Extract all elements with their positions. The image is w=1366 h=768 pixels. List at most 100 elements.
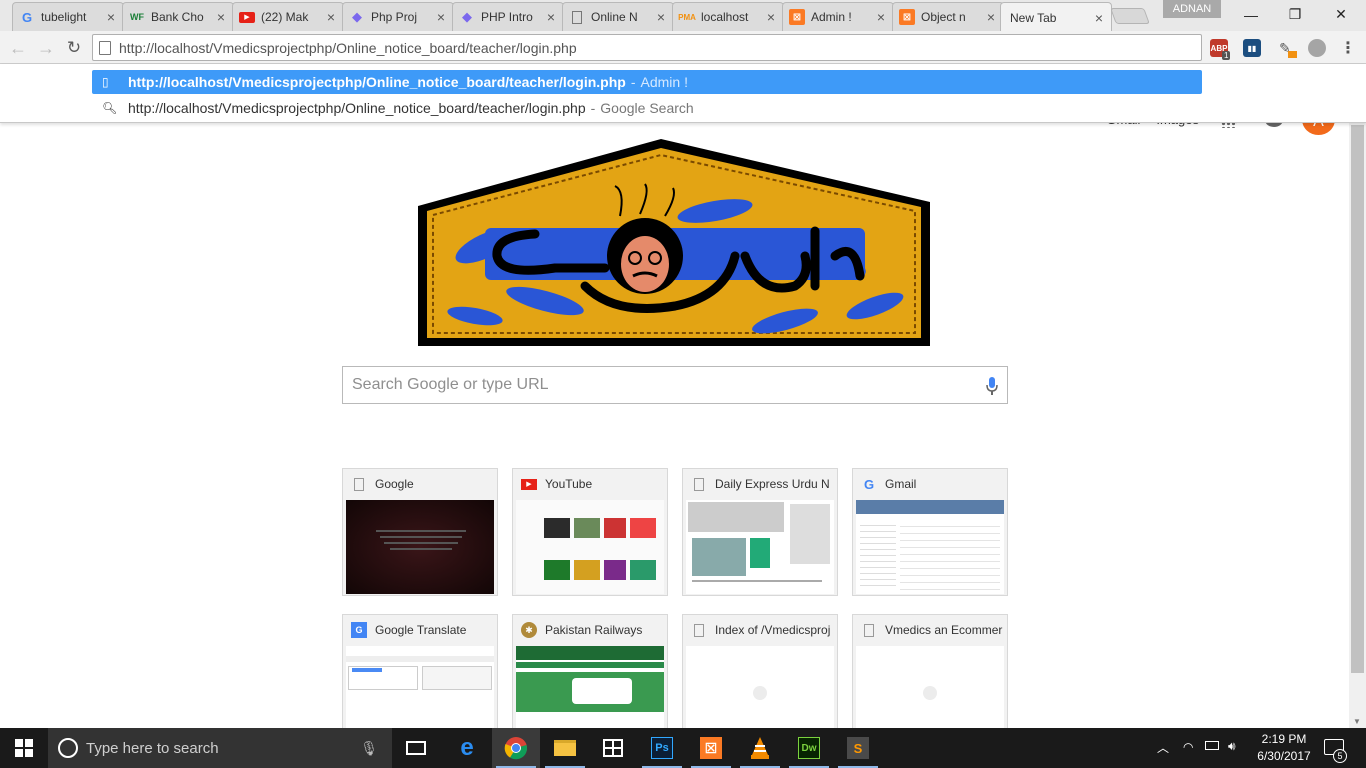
tab-localhost[interactable]: PMA localhost ×: [672, 2, 784, 31]
search-icon: 🔍︎: [102, 101, 118, 115]
tab-youtube[interactable]: ▶ (22) Mak ×: [232, 2, 344, 31]
tab-php-intro[interactable]: ◆ PHP Intro ×: [452, 2, 564, 31]
cortana-icon: [58, 738, 78, 758]
tab-admin[interactable]: ⊠ Admin ! ×: [782, 2, 894, 31]
tab-new-tab[interactable]: New Tab ×: [1000, 2, 1112, 32]
close-icon[interactable]: ×: [325, 9, 337, 25]
taskbar-file-explorer[interactable]: [541, 728, 589, 768]
taskbar-clock[interactable]: 2:19 PM 6/30/2017: [1248, 731, 1320, 765]
xampp-icon: ⊠: [700, 737, 722, 759]
scroll-down-arrow-icon[interactable]: ▼: [1353, 717, 1361, 726]
analytics-icon[interactable]: ▮▮: [1243, 39, 1261, 57]
volume-icon[interactable]: 🔊︎: [1228, 739, 1236, 754]
tile-title: Vmedics an Ecommer: [885, 623, 1003, 637]
forward-button[interactable]: →: [35, 37, 57, 59]
google-g-icon: G: [21, 9, 33, 25]
close-icon[interactable]: ×: [1093, 10, 1105, 26]
taskbar-store[interactable]: [589, 728, 637, 768]
diamond-icon: ◆: [462, 9, 472, 24]
railways-icon: ✱: [521, 622, 537, 638]
google-doodle[interactable]: [415, 136, 933, 348]
tile-vmedics[interactable]: Vmedics an Ecommer: [852, 614, 1008, 742]
toolbar: ← → ↻ http://localhost/Vmedicsprojectphp…: [0, 31, 1366, 64]
close-icon[interactable]: ×: [875, 9, 887, 25]
close-icon[interactable]: ×: [765, 9, 777, 25]
omnibox-suggestions: ▯ http://localhost/Vmedicsprojectphp/Onl…: [0, 64, 1366, 123]
tile-title: Pakistan Railways: [545, 623, 643, 637]
scrollbar-thumb[interactable]: [1351, 125, 1364, 673]
taskbar-photoshop[interactable]: Ps: [638, 728, 686, 768]
new-tab-button[interactable]: [1110, 8, 1150, 24]
taskbar-edge[interactable]: e: [443, 728, 491, 768]
suggestion-history[interactable]: ▯ http://localhost/Vmedicsprojectphp/Onl…: [92, 70, 1202, 94]
taskbar-search-placeholder: Type here to search: [86, 739, 219, 757]
close-icon[interactable]: ×: [435, 9, 447, 25]
address-bar[interactable]: http://localhost/Vmedicsprojectphp/Onlin…: [92, 34, 1202, 61]
suggestion-desc: Admin !: [640, 74, 688, 90]
minimize-button[interactable]: —: [1228, 0, 1274, 29]
close-icon[interactable]: ×: [545, 9, 557, 25]
taskbar-chrome[interactable]: [492, 728, 540, 768]
restore-button[interactable]: ❐: [1272, 0, 1318, 29]
tab-strip: G tubelight × WF Bank Cho × ▶ (22) Mak ×…: [0, 0, 1366, 32]
tile-google-translate[interactable]: G Google Translate: [342, 614, 498, 742]
close-icon[interactable]: ×: [105, 9, 117, 25]
microphone-icon[interactable]: 🎙︎: [360, 740, 378, 757]
tab-online-notice[interactable]: Online N ×: [562, 2, 674, 31]
tab-title: Php Proj: [371, 10, 418, 24]
page-icon: [691, 476, 707, 492]
tab-object[interactable]: ⊠ Object n ×: [892, 2, 1004, 31]
tab-php-project[interactable]: ◆ Php Proj ×: [342, 2, 454, 31]
tile-pakistan-railways[interactable]: ✱ Pakistan Railways: [512, 614, 668, 742]
taskbar-xampp[interactable]: ⊠: [687, 728, 735, 768]
tab-title: Bank Cho: [151, 10, 204, 24]
battery-icon[interactable]: [1205, 741, 1219, 750]
microphone-icon[interactable]: [985, 376, 999, 396]
suggestion-url: http://localhost/Vmedicsprojectphp/Onlin…: [128, 100, 586, 116]
tab-title: (22) Mak: [261, 10, 309, 24]
tab-title: PHP Intro: [481, 10, 533, 24]
tile-daily-express[interactable]: Daily Express Urdu N: [682, 468, 838, 596]
close-icon[interactable]: ×: [655, 9, 667, 25]
sublime-text-icon: S: [847, 737, 869, 759]
close-window-button[interactable]: ✕: [1318, 0, 1364, 29]
start-button[interactable]: [0, 728, 48, 768]
xampp-icon: ⊠: [899, 9, 915, 25]
taskbar-vlc[interactable]: [736, 728, 784, 768]
tile-index-of[interactable]: Index of /Vmedicsproj: [682, 614, 838, 742]
xampp-icon: ⊠: [789, 9, 805, 25]
task-view-button[interactable]: [392, 728, 440, 768]
tile-thumbnail: [856, 500, 1004, 594]
tile-gmail[interactable]: G Gmail: [852, 468, 1008, 596]
tab-title: Online N: [591, 10, 638, 24]
dreamweaver-icon: Dw: [798, 737, 820, 759]
taskbar-search-input[interactable]: Type here to search 🎙︎: [48, 728, 392, 768]
tab-title: tubelight: [41, 10, 87, 24]
search-input[interactable]: Search Google or type URL: [342, 366, 1008, 404]
profile-chip[interactable]: ADNAN: [1163, 0, 1221, 18]
task-view-icon: [406, 741, 426, 755]
scrollbar[interactable]: ▼: [1349, 123, 1366, 728]
taskbar-sublime[interactable]: S: [834, 728, 882, 768]
suggestion-search[interactable]: 🔍︎ http://localhost/Vmedicsprojectphp/On…: [92, 96, 1202, 120]
page-icon: [569, 9, 585, 25]
taskbar-dreamweaver[interactable]: Dw: [785, 728, 833, 768]
tab-tubelight[interactable]: G tubelight ×: [12, 2, 124, 31]
tile-youtube[interactable]: ▶ YouTube: [512, 468, 668, 596]
reload-button[interactable]: ↻: [63, 37, 85, 59]
back-button[interactable]: ←: [7, 37, 29, 59]
close-icon[interactable]: ×: [985, 9, 997, 25]
wifi-icon[interactable]: ◠: [1183, 740, 1193, 754]
menu-icon[interactable]: ⋮: [1339, 39, 1357, 57]
extension-icon[interactable]: [1308, 39, 1326, 57]
suggestion-separator: -: [590, 100, 596, 116]
tile-thumbnail: [346, 646, 494, 740]
tile-google[interactable]: Google: [342, 468, 498, 596]
close-icon[interactable]: ×: [215, 9, 227, 25]
address-text[interactable]: http://localhost/Vmedicsprojectphp/Onlin…: [119, 40, 577, 56]
tab-bank[interactable]: WF Bank Cho ×: [122, 2, 234, 31]
tab-title: New Tab: [1010, 10, 1057, 25]
suggestion-url: http://localhost/Vmedicsprojectphp/Onlin…: [128, 74, 626, 90]
tile-thumbnail: [686, 646, 834, 740]
chevron-up-icon[interactable]: ︿: [1157, 739, 1169, 756]
